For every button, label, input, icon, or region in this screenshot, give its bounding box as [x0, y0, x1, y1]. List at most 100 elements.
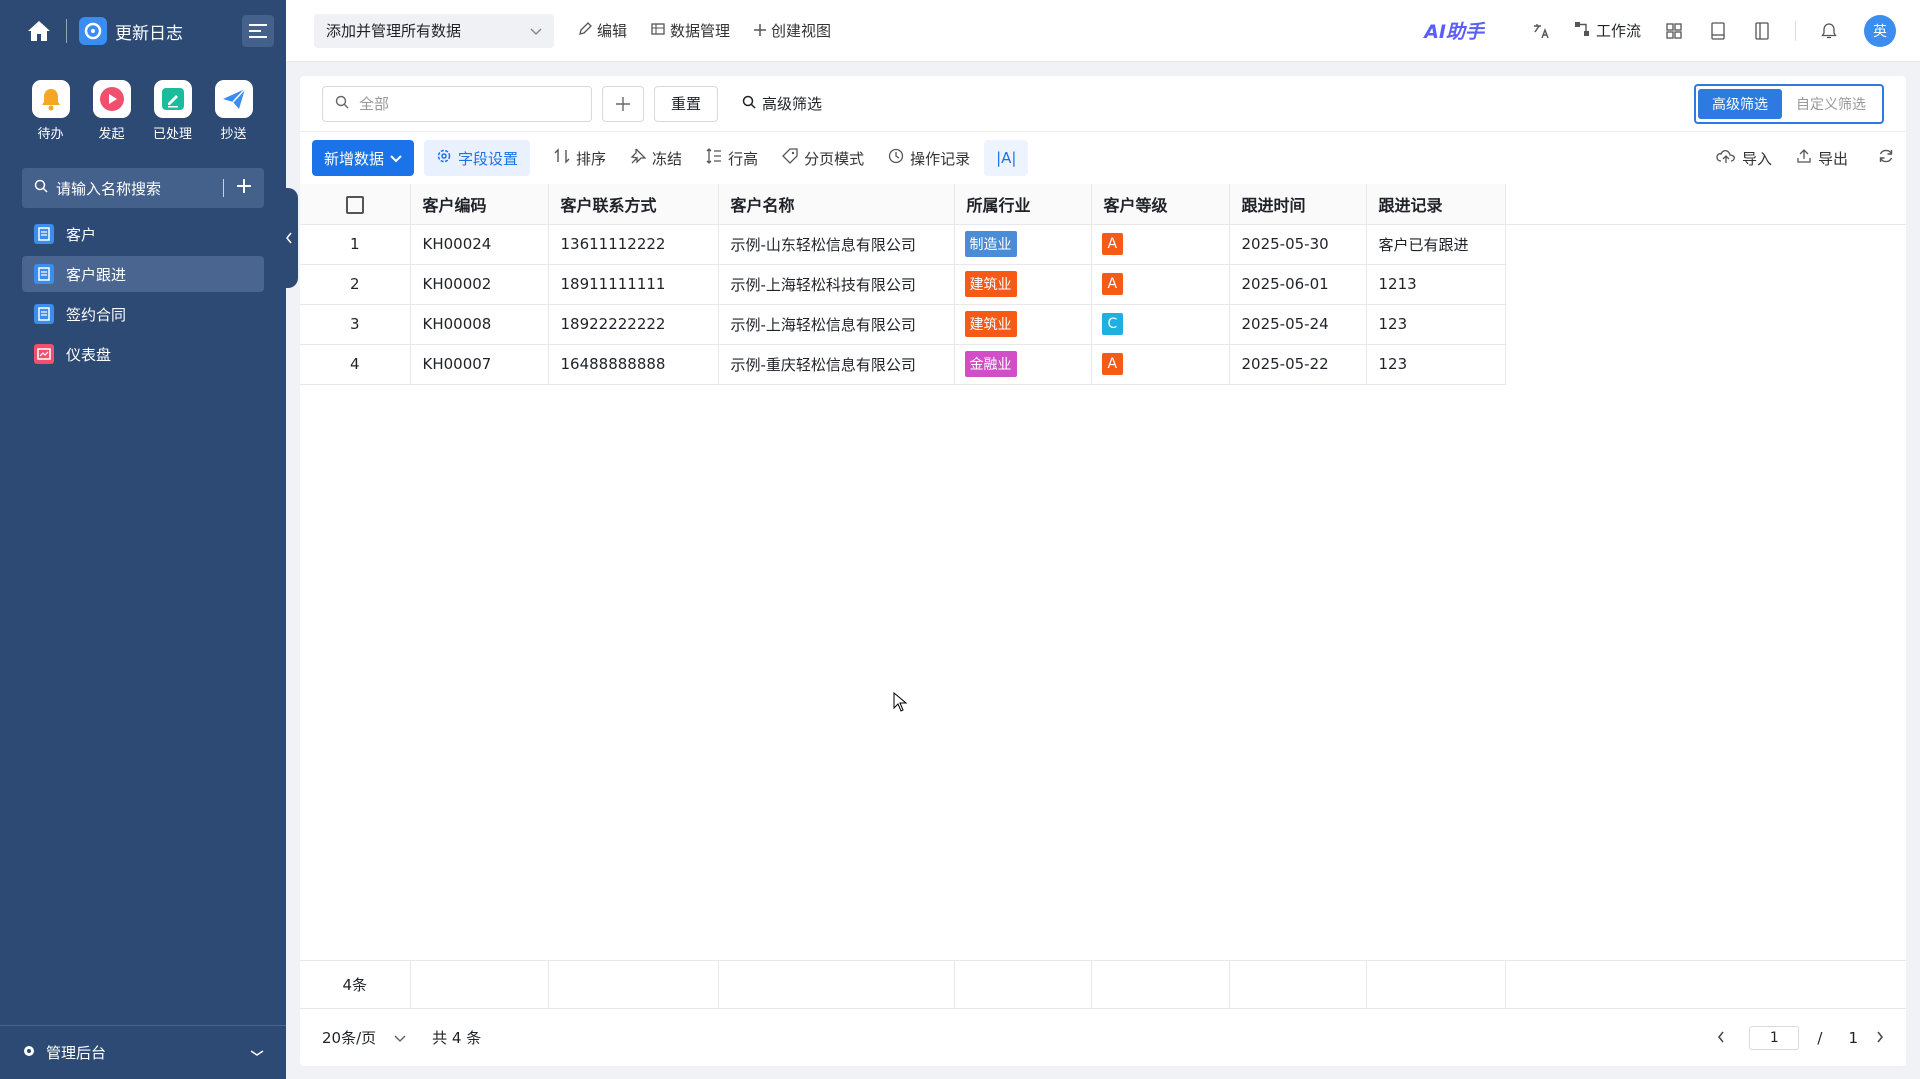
sidebar-item-followup[interactable]: 客户跟进: [22, 256, 264, 292]
column-header[interactable]: 客户等级: [1091, 184, 1230, 225]
search-input[interactable]: 全部: [359, 93, 389, 114]
cell-industry[interactable]: 金融业: [954, 344, 1092, 385]
field-settings-button[interactable]: 字段设置: [424, 140, 531, 176]
data-manage-button[interactable]: 数据管理: [651, 20, 730, 41]
column-header[interactable]: 客户编码: [410, 184, 549, 225]
document-icon: [34, 304, 54, 324]
search-box[interactable]: 全部: [322, 85, 592, 122]
cell-name[interactable]: 示例-重庆轻松信息有限公司: [718, 344, 955, 385]
cell-time[interactable]: 2025-05-30: [1229, 224, 1367, 265]
sidebar-item-customer[interactable]: 客户: [22, 216, 264, 252]
chevron-right-icon[interactable]: [1876, 1029, 1884, 1047]
column-header[interactable]: 跟进记录: [1366, 184, 1506, 225]
chevron-left-icon[interactable]: [1717, 1029, 1725, 1047]
cell-phone[interactable]: 13611112222: [548, 224, 719, 265]
refresh-button[interactable]: [1878, 148, 1894, 168]
advanced-filter-button[interactable]: 高级筛选: [742, 93, 822, 114]
cell-time[interactable]: 2025-05-24: [1229, 304, 1367, 345]
top-bar: 添加并管理所有数据 编辑 数据管理 创建视图 AI助手 工作流 英: [286, 0, 1920, 62]
sidebar-item-dashboard[interactable]: 仪表盘: [22, 336, 264, 372]
table-row[interactable]: 2 KH00002 18911111111 示例-上海轻松科技有限公司 建筑业 …: [300, 264, 1906, 305]
cell-code[interactable]: KH00007: [410, 344, 549, 385]
cell-name[interactable]: 示例-上海轻松科技有限公司: [718, 264, 955, 305]
quick-todo[interactable]: 待办: [20, 80, 81, 142]
select-all-checkbox[interactable]: [345, 195, 364, 214]
collapse-icon[interactable]: [250, 1044, 264, 1062]
quick-actions: 待办 发起 已处理 抄送: [0, 62, 286, 142]
quick-cc[interactable]: 抄送: [203, 80, 264, 142]
text-size-button[interactable]: |A|: [984, 140, 1029, 176]
quick-done[interactable]: 已处理: [142, 80, 203, 142]
layout-icon[interactable]: [1751, 20, 1773, 42]
filter-mode-advanced[interactable]: 高级筛选: [1698, 88, 1782, 119]
view-select[interactable]: 添加并管理所有数据: [314, 13, 554, 48]
column-header[interactable]: 客户联系方式: [548, 184, 719, 225]
paging-mode-button[interactable]: 分页模式: [782, 148, 864, 169]
book-icon[interactable]: [1707, 20, 1729, 42]
cell-level[interactable]: C: [1091, 304, 1230, 345]
table-row[interactable]: 1 KH00024 13611112222 示例-山东轻松信息有限公司 制造业 …: [300, 224, 1906, 265]
sidebar: 更新日志 待办 发起 已处理 抄送 请输入名称搜索 客户 客户跟进 签约合同 仪…: [0, 0, 286, 1079]
cell-code[interactable]: KH00002: [410, 264, 549, 305]
cell-code[interactable]: KH00024: [410, 224, 549, 265]
page-size-select[interactable]: 20条/页: [322, 1027, 406, 1048]
cell-level[interactable]: A: [1091, 224, 1230, 265]
cell-code[interactable]: KH00008: [410, 304, 549, 345]
cell-time[interactable]: 2025-05-22: [1229, 344, 1367, 385]
filter-mode-custom[interactable]: 自定义筛选: [1782, 89, 1880, 119]
table-row[interactable]: 3 KH00008 18922222222 示例-上海轻松信息有限公司 建筑业 …: [300, 304, 1906, 345]
apps-icon[interactable]: [1663, 20, 1685, 42]
table-row[interactable]: 4 KH00007 16488888888 示例-重庆轻松信息有限公司 金融业 …: [300, 344, 1906, 385]
cell-phone[interactable]: 18922222222: [548, 304, 719, 345]
cell-name[interactable]: 示例-上海轻松信息有限公司: [718, 304, 955, 345]
quick-start[interactable]: 发起: [81, 80, 142, 142]
column-header[interactable]: 跟进时间: [1229, 184, 1367, 225]
workflow-button[interactable]: 工作流: [1574, 20, 1641, 41]
freeze-button[interactable]: 冻结: [630, 148, 682, 169]
bell-icon: [31, 80, 70, 118]
sort-button[interactable]: 排序: [554, 148, 606, 169]
menu-toggle-icon[interactable]: [242, 15, 274, 47]
notification-bell-icon[interactable]: [1818, 20, 1840, 42]
sidebar-search-input[interactable]: 请输入名称搜索: [56, 178, 211, 199]
sidebar-item-contract[interactable]: 签约合同: [22, 296, 264, 332]
history-button[interactable]: 操作记录: [888, 148, 970, 169]
cell-time[interactable]: 2025-06-01: [1229, 264, 1367, 305]
reset-button[interactable]: 重置: [654, 85, 718, 122]
app-name[interactable]: 更新日志: [115, 19, 183, 44]
export-button[interactable]: 导出: [1796, 148, 1848, 169]
page-input[interactable]: 1: [1749, 1025, 1800, 1050]
create-view-button[interactable]: 创建视图: [754, 20, 831, 41]
cell-name[interactable]: 示例-山东轻松信息有限公司: [718, 224, 955, 265]
translate-icon[interactable]: [1530, 20, 1552, 42]
cell-record[interactable]: 客户已有跟进: [1366, 224, 1506, 265]
cell-record[interactable]: 123: [1366, 344, 1506, 385]
add-filter-button[interactable]: [602, 85, 644, 122]
cell-record[interactable]: 1213: [1366, 264, 1506, 305]
field-settings-label: 字段设置: [458, 149, 519, 168]
cell-record[interactable]: 123: [1366, 304, 1506, 345]
cell-industry[interactable]: 建筑业: [954, 264, 1092, 305]
add-data-button[interactable]: 新增数据: [312, 140, 415, 176]
cell-industry[interactable]: 制造业: [954, 224, 1092, 265]
cell-level[interactable]: A: [1091, 264, 1230, 305]
quick-label: 抄送: [220, 127, 247, 142]
add-icon[interactable]: [236, 178, 252, 198]
import-button[interactable]: 导入: [1716, 148, 1772, 169]
cell-phone[interactable]: 16488888888: [548, 344, 719, 385]
avatar[interactable]: 英: [1864, 14, 1896, 47]
cell-level[interactable]: A: [1091, 344, 1230, 385]
sidebar-search[interactable]: 请输入名称搜索: [22, 168, 264, 208]
column-header[interactable]: 客户名称: [718, 184, 955, 225]
home-icon[interactable]: [24, 16, 54, 46]
ai-assistant-button[interactable]: AI助手: [1424, 17, 1484, 44]
admin-link[interactable]: 管理后台: [0, 1025, 286, 1079]
sidebar-collapse-handle[interactable]: [280, 188, 298, 288]
cell-industry[interactable]: 建筑业: [954, 304, 1092, 345]
edit-button[interactable]: 编辑: [578, 20, 627, 41]
page-separator: /: [1817, 1028, 1823, 1047]
cell-phone[interactable]: 18911111111: [548, 264, 719, 305]
row-height-button[interactable]: 行高: [706, 148, 758, 169]
divider: [1795, 20, 1796, 41]
column-header[interactable]: 所属行业: [954, 184, 1092, 225]
